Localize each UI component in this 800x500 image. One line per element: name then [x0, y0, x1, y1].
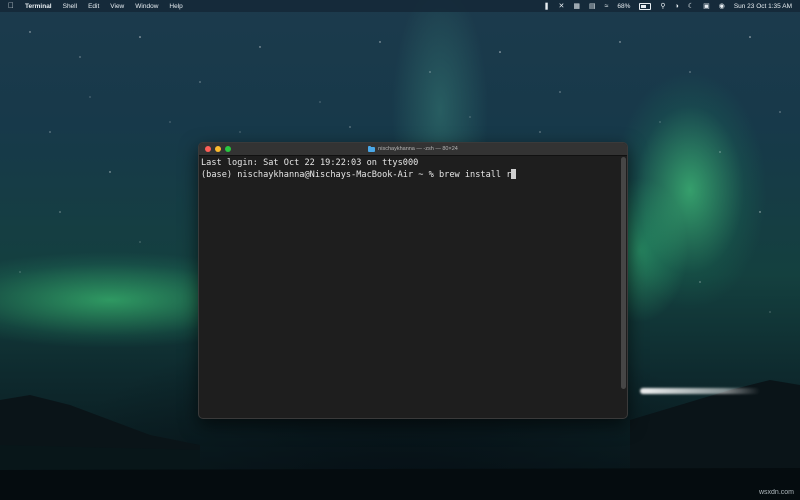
- zoom-button[interactable]: [225, 146, 231, 152]
- menu-bar:  Terminal Shell Edit View Window Help ❚…: [0, 0, 800, 12]
- control-center-icon[interactable]: ◑: [675, 3, 679, 10]
- tools-icon[interactable]: ✕: [558, 3, 564, 10]
- apple-logo-icon[interactable]: : [8, 2, 14, 10]
- last-login-line: Last login: Sat Oct 22 19:22:03 on ttys0…: [201, 158, 419, 168]
- prompt-command: (base) nischaykhanna@Nischays-MacBook-Ai…: [201, 170, 512, 180]
- light-streak: [640, 388, 760, 394]
- window-title-text: nischaykhanna — -zsh — 80×24: [378, 146, 458, 152]
- status-icon[interactable]: ❚: [544, 3, 550, 10]
- display-icon[interactable]: ▣: [703, 3, 710, 10]
- menu-window[interactable]: Window: [135, 3, 158, 10]
- minimize-button[interactable]: [215, 146, 221, 152]
- folder-icon: [368, 145, 376, 152]
- wifi-icon[interactable]: ≈: [605, 3, 609, 10]
- menu-shell[interactable]: Shell: [63, 3, 77, 10]
- search-icon[interactable]: ⚲: [660, 3, 665, 10]
- window-title: nischaykhanna — -zsh — 80×24: [199, 143, 627, 155]
- text-cursor: [511, 169, 517, 179]
- menu-view[interactable]: View: [110, 3, 124, 10]
- prompt-line[interactable]: (base) nischaykhanna@Nischays-MacBook-Ai…: [201, 169, 625, 181]
- menu-datetime[interactable]: Sun 23 Oct 1:35 AM: [734, 3, 792, 10]
- terminal-window[interactable]: nischaykhanna — -zsh — 80×24 Last login:…: [198, 142, 628, 419]
- scrollbar[interactable]: [621, 157, 626, 389]
- stats-icon[interactable]: ▦: [573, 3, 580, 10]
- battery-percent[interactable]: 68%: [617, 3, 630, 10]
- close-button[interactable]: [205, 146, 211, 152]
- menu-app-name[interactable]: Terminal: [25, 3, 52, 10]
- title-bar[interactable]: nischaykhanna — -zsh — 80×24: [199, 143, 627, 156]
- battery-icon[interactable]: [639, 2, 652, 10]
- siri-icon[interactable]: ◉: [719, 3, 725, 10]
- terminal-output[interactable]: Last login: Sat Oct 22 19:22:03 on ttys0…: [199, 156, 627, 418]
- focus-moon-icon[interactable]: ☾: [688, 3, 694, 10]
- menu-edit[interactable]: Edit: [88, 3, 99, 10]
- watermark: wsxdn.com: [758, 489, 794, 496]
- hotspot-icon[interactable]: ▤: [589, 3, 596, 10]
- menu-help[interactable]: Help: [169, 3, 182, 10]
